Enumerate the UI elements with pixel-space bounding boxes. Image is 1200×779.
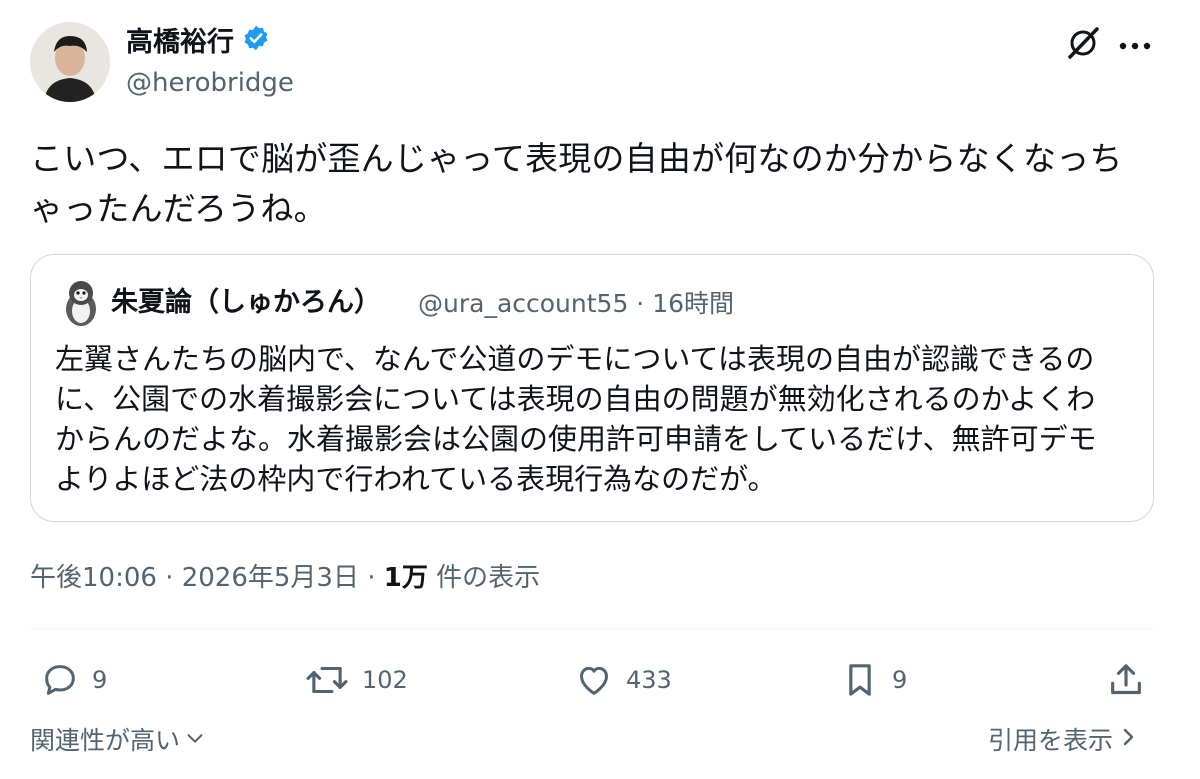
author-name-row[interactable]: 高橋裕行	[126, 24, 270, 62]
quoted-text-line: に、公園での水着撮影会については表現の自由の問題が無効化されるのかよくわ	[55, 382, 1096, 416]
sort-label: 関連性が高い	[30, 726, 181, 755]
reply-icon	[40, 660, 80, 700]
like-button[interactable]: 433	[574, 658, 672, 702]
view-quotes-link[interactable]: 引用を表示	[988, 724, 1139, 758]
heart-icon	[574, 660, 614, 700]
author-avatar[interactable]	[30, 22, 110, 102]
divider	[30, 628, 1154, 629]
share-button[interactable]	[1106, 658, 1146, 702]
bookmark-icon	[840, 660, 880, 700]
quoted-text-line: 左翼さんたちの脳内で、なんで公道のデモについては表現の自由が認識できるの	[55, 342, 1095, 376]
quoted-author-meta[interactable]: @ura_account55 · 16時間	[418, 287, 734, 321]
bookmark-button[interactable]: 9	[840, 658, 907, 702]
retweet-button[interactable]: 102	[304, 658, 408, 702]
quoted-text-line: よりよほど法の枠内で行われている表現行為なのだが。	[55, 462, 777, 496]
like-count: 433	[626, 666, 672, 694]
reply-button[interactable]: 9	[40, 658, 107, 702]
quoted-tweet-card[interactable]: 朱夏論（しゅかろん） @ura_account55 · 16時間 左翼さんたちの…	[30, 254, 1154, 522]
tweet-text-line: こいつ、エロで脳が歪んじゃって表現の自由が何なのか分からなくなっち	[30, 139, 1123, 178]
reply-count: 9	[92, 666, 108, 694]
quoted-author-name[interactable]: 朱夏論（しゅかろん）	[111, 285, 381, 321]
tweet-text: こいつ、エロで脳が歪んじゃって表現の自由が何なのか分からなくなっち ゃったんだろ…	[30, 134, 1170, 234]
chevron-down-icon	[184, 724, 206, 758]
tweet-meta: 午後10:06 · 2026年5月3日 · 1万 件の表示	[30, 560, 540, 596]
views-label: 件の表示	[427, 563, 541, 593]
chevron-right-icon	[1119, 724, 1139, 758]
more-options-icon[interactable]	[1118, 36, 1152, 55]
retweet-icon	[304, 660, 350, 700]
author-name[interactable]: 高橋裕行	[126, 25, 234, 61]
quoted-author-avatar-icon	[61, 279, 101, 327]
author-handle[interactable]: @herobridge	[126, 66, 294, 100]
grok-icon[interactable]	[1064, 24, 1102, 66]
view-quotes-label: 引用を表示	[988, 726, 1114, 755]
verified-badge-icon	[242, 24, 270, 62]
retweet-count: 102	[362, 666, 408, 694]
views-count: 1万	[383, 563, 428, 593]
tweet-text-line: ゃったんだろうね。	[30, 189, 327, 228]
tweet-timestamp[interactable]: 午後10:06 · 2026年5月3日 ·	[30, 563, 384, 593]
quoted-tweet-text: 左翼さんたちの脳内で、なんで公道のデモについては表現の自由が認識できるの に、公…	[55, 339, 1135, 499]
bookmark-count: 9	[892, 666, 908, 694]
share-icon	[1106, 660, 1146, 700]
quoted-text-line: からんのだよな。水着撮影会は公園の使用許可申請をしているだけ、無許可デモ	[55, 422, 1097, 456]
sort-replies-dropdown[interactable]: 関連性が高い	[30, 724, 206, 758]
